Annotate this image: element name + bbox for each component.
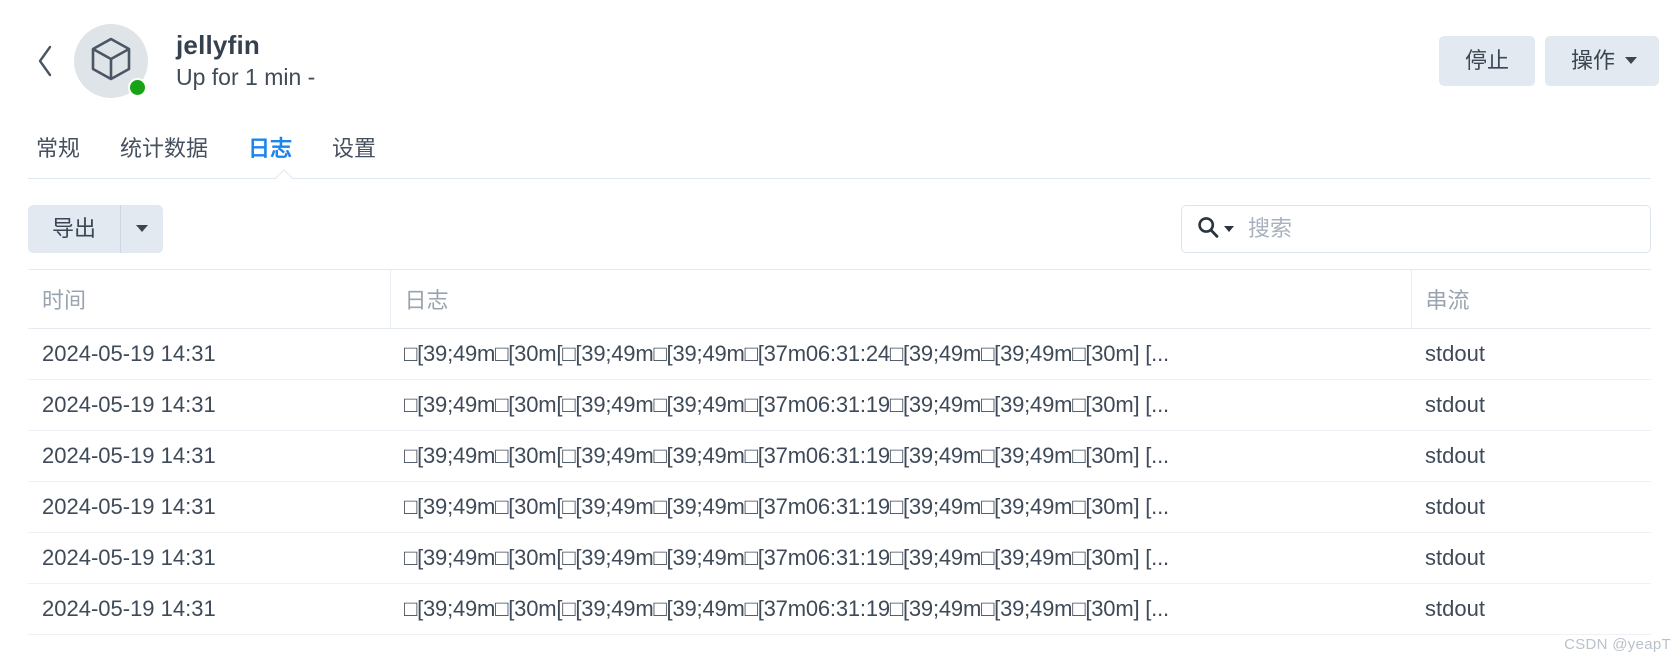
tab-underline bbox=[28, 178, 1651, 179]
cell-stream: stdout bbox=[1411, 430, 1651, 482]
table-header-row: 时间 日志 串流 bbox=[28, 270, 1651, 329]
cell-log: □[39;49m□[30m[□[39;49m□[39;49m□[37m06:31… bbox=[390, 532, 1411, 584]
table-row[interactable]: 2024-05-19 14:31 □[39;49m□[30m[□[39;49m□… bbox=[28, 379, 1651, 431]
avatar bbox=[74, 24, 148, 98]
header-actions: 停止 操作 bbox=[1438, 35, 1665, 87]
table-row[interactable]: 2024-05-19 14:31 □[39;49m□[30m[□[39;49m□… bbox=[28, 328, 1651, 380]
cell-log: □[39;49m□[30m[□[39;49m□[39;49m□[37m06:31… bbox=[390, 430, 1411, 482]
column-header-log[interactable]: 日志 bbox=[390, 270, 1412, 329]
search-filter-toggle[interactable] bbox=[1196, 215, 1234, 244]
tab-settings[interactable]: 设置 bbox=[312, 136, 396, 170]
chevron-left-icon bbox=[35, 44, 55, 78]
status-indicator-running bbox=[128, 78, 147, 97]
cell-stream: stdout bbox=[1411, 532, 1651, 584]
table-row[interactable]: 2024-05-19 14:31 □[39;49m□[30m[□[39;49m□… bbox=[28, 532, 1651, 584]
cell-time: 2024-05-19 14:31 bbox=[28, 379, 390, 431]
cube-icon bbox=[89, 36, 133, 87]
cell-stream: stdout bbox=[1411, 583, 1651, 635]
active-tab-notch bbox=[275, 169, 294, 179]
page-title: jellyfin bbox=[176, 29, 260, 60]
table-body: 2024-05-19 14:31 □[39;49m□[30m[□[39;49m□… bbox=[28, 328, 1651, 635]
export-dropdown-toggle[interactable] bbox=[121, 205, 163, 253]
cell-time: 2024-05-19 14:31 bbox=[28, 583, 390, 635]
watermark: CSDN @yeapT bbox=[1564, 636, 1671, 653]
tab-stats-label: 统计数据 bbox=[120, 135, 209, 161]
caret-down-icon bbox=[1224, 226, 1234, 232]
tab-logs-label: 日志 bbox=[248, 135, 293, 161]
column-header-stream[interactable]: 串流 bbox=[1411, 270, 1651, 329]
export-button[interactable]: 导出 bbox=[28, 205, 120, 253]
export-split-button: 导出 bbox=[28, 204, 164, 254]
actions-dropdown-button[interactable]: 操作 bbox=[1544, 35, 1659, 87]
table-header: 时间 日志 串流 bbox=[28, 270, 1651, 329]
cell-stream: stdout bbox=[1411, 379, 1651, 431]
stop-button[interactable]: 停止 bbox=[1438, 35, 1535, 87]
tab-settings-label: 设置 bbox=[332, 135, 377, 161]
cell-time: 2024-05-19 14:31 bbox=[28, 430, 390, 482]
cell-log: □[39;49m□[30m[□[39;49m□[39;49m□[37m06:31… bbox=[390, 481, 1411, 533]
cell-stream: stdout bbox=[1411, 481, 1651, 533]
tab-general[interactable]: 常规 bbox=[28, 136, 100, 170]
search-input[interactable] bbox=[1246, 215, 1636, 243]
table-row[interactable]: 2024-05-19 14:31 □[39;49m□[30m[□[39;49m□… bbox=[28, 481, 1651, 533]
uptime-status: Up for 1 min - bbox=[176, 63, 316, 90]
caret-down-icon bbox=[136, 225, 149, 233]
logs-table: 时间 日志 串流 2024-05-19 14:31 □[39;49m□[30m[… bbox=[28, 270, 1651, 635]
cell-stream: stdout bbox=[1411, 328, 1651, 380]
cell-time: 2024-05-19 14:31 bbox=[28, 481, 390, 533]
cell-time: 2024-05-19 14:31 bbox=[28, 328, 390, 380]
cell-log: □[39;49m□[30m[□[39;49m□[39;49m□[37m06:31… bbox=[390, 379, 1411, 431]
tab-list: 常规 统计数据 日志 设置 bbox=[28, 122, 1651, 170]
title-block: jellyfin Up for 1 min - bbox=[176, 29, 316, 91]
table-row[interactable]: 2024-05-19 14:31 □[39;49m□[30m[□[39;49m□… bbox=[28, 583, 1651, 635]
actions-dropdown-label: 操作 bbox=[1570, 47, 1615, 73]
column-header-time[interactable]: 时间 bbox=[28, 270, 391, 329]
cell-time: 2024-05-19 14:31 bbox=[28, 532, 390, 584]
logs-table-container: 时间 日志 串流 2024-05-19 14:31 □[39;49m□[30m[… bbox=[28, 269, 1651, 635]
tab-general-label: 常规 bbox=[36, 135, 81, 161]
caret-down-icon bbox=[1625, 57, 1637, 65]
back-button[interactable] bbox=[28, 36, 62, 86]
logs-toolbar: 导出 bbox=[0, 179, 1679, 257]
page-header: jellyfin Up for 1 min - 停止 操作 bbox=[0, 0, 1679, 122]
tab-bar: 常规 统计数据 日志 设置 bbox=[0, 122, 1679, 179]
cell-log: □[39;49m□[30m[□[39;49m□[39;49m□[37m06:31… bbox=[390, 583, 1411, 635]
cell-log: □[39;49m□[30m[□[39;49m□[39;49m□[37m06:31… bbox=[390, 328, 1411, 380]
search-icon bbox=[1196, 215, 1220, 244]
table-row[interactable]: 2024-05-19 14:31 □[39;49m□[30m[□[39;49m□… bbox=[28, 430, 1651, 482]
tab-stats[interactable]: 统计数据 bbox=[100, 136, 228, 170]
search-box[interactable] bbox=[1181, 205, 1651, 253]
tab-logs[interactable]: 日志 bbox=[228, 136, 312, 170]
